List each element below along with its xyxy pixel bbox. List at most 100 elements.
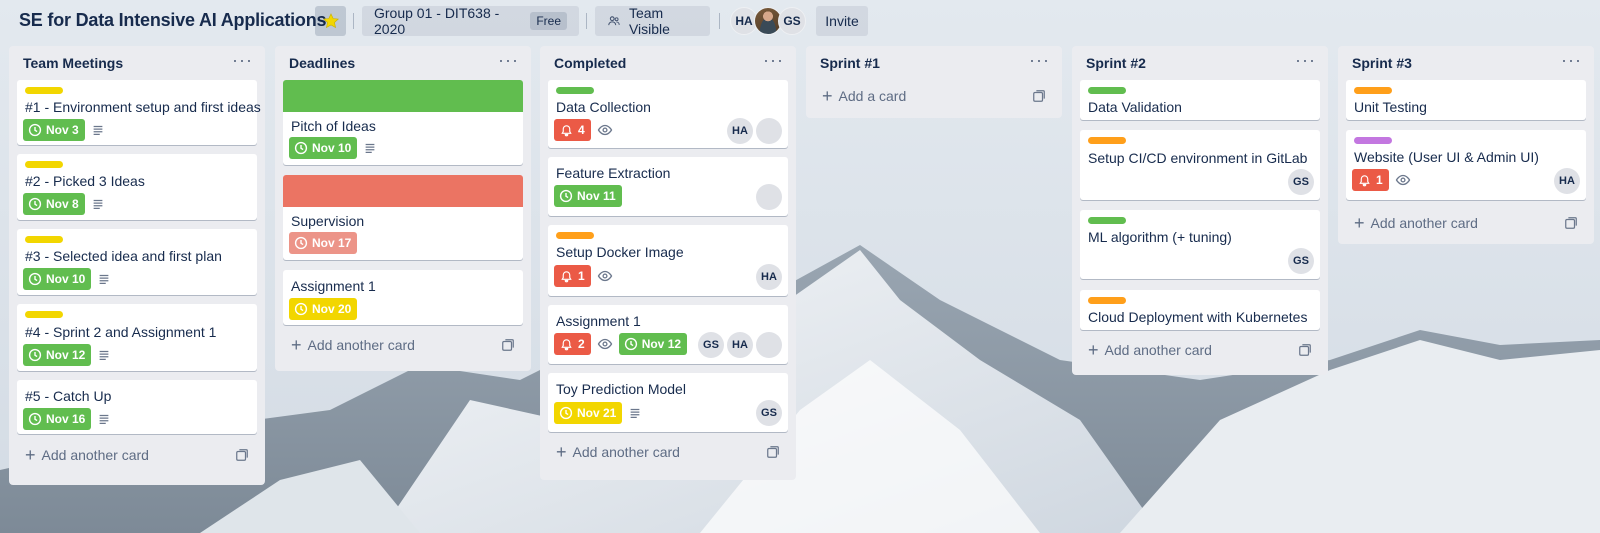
list-menu-icon[interactable]: ··· xyxy=(1561,50,1582,71)
notification-badge[interactable]: 4 xyxy=(554,119,591,141)
member-avatar-photo[interactable] xyxy=(756,118,782,144)
card-label-orange[interactable] xyxy=(1088,297,1126,304)
card-template-icon[interactable] xyxy=(1298,343,1312,357)
due-date-badge[interactable]: Nov 21 xyxy=(554,402,623,424)
card-label-yellow[interactable] xyxy=(25,236,63,243)
due-date-badge[interactable]: Nov 17 xyxy=(289,232,358,254)
card-label-purple[interactable] xyxy=(1354,137,1392,144)
card-template-icon[interactable] xyxy=(766,445,780,459)
add-card-button[interactable]: + Add another card xyxy=(548,438,788,466)
card-label-green[interactable] xyxy=(1088,217,1126,224)
card[interactable]: #4 - Sprint 2 and Assignment 1 Nov 12 xyxy=(17,304,257,371)
card[interactable]: Toy Prediction Model Nov 21 GS xyxy=(548,373,788,432)
card-label-yellow[interactable] xyxy=(25,311,63,318)
card-template-icon[interactable] xyxy=(1032,89,1046,103)
card-label-orange[interactable] xyxy=(556,232,594,239)
card-badges: Nov 21 xyxy=(554,402,642,424)
card[interactable]: #2 - Picked 3 Ideas Nov 8 xyxy=(17,154,257,220)
list-completed: Completed ··· Data Collection 4 HA Featu… xyxy=(540,46,796,480)
due-date-badge[interactable]: Nov 12 xyxy=(23,344,92,366)
due-date-badge[interactable]: Nov 16 xyxy=(23,408,92,430)
add-card-button[interactable]: + Add another card xyxy=(283,331,523,359)
list-menu-icon[interactable]: ··· xyxy=(1295,50,1316,71)
due-date-badge[interactable]: Nov 8 xyxy=(23,193,85,215)
list-title[interactable]: Completed xyxy=(554,55,626,71)
star-icon xyxy=(322,13,339,29)
list-title[interactable]: Sprint #2 xyxy=(1086,55,1146,71)
member-avatar-ha[interactable]: HA xyxy=(727,118,753,144)
card-label-orange[interactable] xyxy=(1354,87,1392,94)
member-avatar-gs[interactable]: GS xyxy=(698,332,724,358)
card[interactable]: Cloud Deployment with Kubernetes xyxy=(1080,290,1320,330)
card[interactable]: Data Collection 4 HA xyxy=(548,80,788,148)
notification-count: 2 xyxy=(578,337,585,351)
list-menu-icon[interactable]: ··· xyxy=(232,50,253,71)
card[interactable]: Setup CI/CD environment in GitLab GS xyxy=(1080,130,1320,200)
add-card-button[interactable]: + Add another card xyxy=(1346,209,1586,237)
list-title[interactable]: Team Meetings xyxy=(23,55,123,71)
card[interactable]: Feature Extraction Nov 11 xyxy=(548,157,788,216)
member-avatar-ha[interactable]: HA xyxy=(727,332,753,358)
list-title[interactable]: Deadlines xyxy=(289,55,355,71)
card[interactable]: Data Validation xyxy=(1080,80,1320,120)
due-date-badge[interactable]: Nov 20 xyxy=(289,298,358,320)
add-card-button[interactable]: + Add a card xyxy=(814,82,1054,110)
invite-button[interactable]: Invite xyxy=(816,6,868,36)
member-avatar-ha[interactable]: HA xyxy=(1554,168,1580,194)
list-header: Team Meetings ··· xyxy=(9,46,265,78)
card-title: Pitch of Ideas xyxy=(291,118,376,134)
member-avatar-gs[interactable]: GS xyxy=(1288,248,1314,274)
add-card-button[interactable]: + Add another card xyxy=(17,441,257,469)
member-avatar-ha[interactable]: HA xyxy=(756,264,782,290)
card-title: #1 - Environment setup and first ideas xyxy=(25,99,261,115)
notification-badge[interactable]: 1 xyxy=(1352,169,1389,191)
list-sprint-1: Sprint #1 ··· + Add a card xyxy=(806,46,1062,118)
card[interactable]: Website (User UI & Admin UI) 1 HA xyxy=(1346,130,1586,200)
visibility-button[interactable]: Team Visible xyxy=(595,5,710,37)
member-avatar-gs[interactable]: GS xyxy=(756,400,782,426)
card-label-green[interactable] xyxy=(556,87,594,94)
card[interactable]: Supervision Nov 17 xyxy=(283,175,523,260)
card-label-yellow[interactable] xyxy=(25,161,63,168)
add-card-label: Add another card xyxy=(1370,215,1478,231)
member-avatar-photo[interactable] xyxy=(756,184,782,210)
card-template-icon[interactable] xyxy=(235,448,249,462)
member-avatar-gs[interactable]: GS xyxy=(778,7,806,35)
card[interactable]: Setup Docker Image 1 HA xyxy=(548,225,788,296)
card[interactable]: Unit Testing xyxy=(1346,80,1586,120)
board-title[interactable]: SE for Data Intensive AI Applications xyxy=(19,10,327,31)
member-avatar-photo[interactable] xyxy=(756,332,782,358)
card-label-orange[interactable] xyxy=(1088,137,1126,144)
due-date-badge[interactable]: Nov 12 xyxy=(618,333,688,355)
list-title[interactable]: Sprint #1 xyxy=(820,55,880,71)
add-card-label: Add another card xyxy=(572,444,680,460)
star-board-button[interactable] xyxy=(315,6,346,36)
due-date-text: Nov 11 xyxy=(577,189,616,203)
list-title[interactable]: Sprint #3 xyxy=(1352,55,1412,71)
card[interactable]: #3 - Selected idea and first plan Nov 10 xyxy=(17,229,257,295)
list-menu-icon[interactable]: ··· xyxy=(498,50,519,71)
card[interactable]: #5 - Catch Up Nov 16 xyxy=(17,380,257,434)
notification-badge[interactable]: 1 xyxy=(554,265,591,287)
card-template-icon[interactable] xyxy=(1564,216,1578,230)
due-date-badge[interactable]: Nov 10 xyxy=(23,268,92,290)
card-label-green[interactable] xyxy=(1088,87,1126,94)
add-card-button[interactable]: + Add another card xyxy=(1080,336,1320,364)
due-date-badge[interactable]: Nov 11 xyxy=(554,185,622,207)
due-date-text: Nov 20 xyxy=(312,302,352,316)
list-menu-icon[interactable]: ··· xyxy=(763,50,784,71)
list-menu-icon[interactable]: ··· xyxy=(1029,50,1050,71)
card[interactable]: Pitch of Ideas Nov 10 xyxy=(283,80,523,165)
due-date-badge[interactable]: Nov 10 xyxy=(289,137,358,159)
card-label-yellow[interactable] xyxy=(25,87,63,94)
due-date-badge[interactable]: Nov 3 xyxy=(23,119,85,141)
card[interactable]: ML algorithm (+ tuning) GS xyxy=(1080,210,1320,279)
workspace-button[interactable]: Group 01 - DIT638 - 2020 Free xyxy=(362,5,579,37)
card[interactable]: Assignment 1 2 Nov 12 GS HA xyxy=(548,305,788,364)
notification-badge[interactable]: 2 xyxy=(554,333,591,355)
card[interactable]: #1 - Environment setup and first ideas N… xyxy=(17,80,261,145)
member-avatar-gs[interactable]: GS xyxy=(1288,169,1314,195)
plus-icon: + xyxy=(291,335,302,355)
card[interactable]: Assignment 1 Nov 20 xyxy=(283,270,523,325)
card-template-icon[interactable] xyxy=(501,338,515,352)
